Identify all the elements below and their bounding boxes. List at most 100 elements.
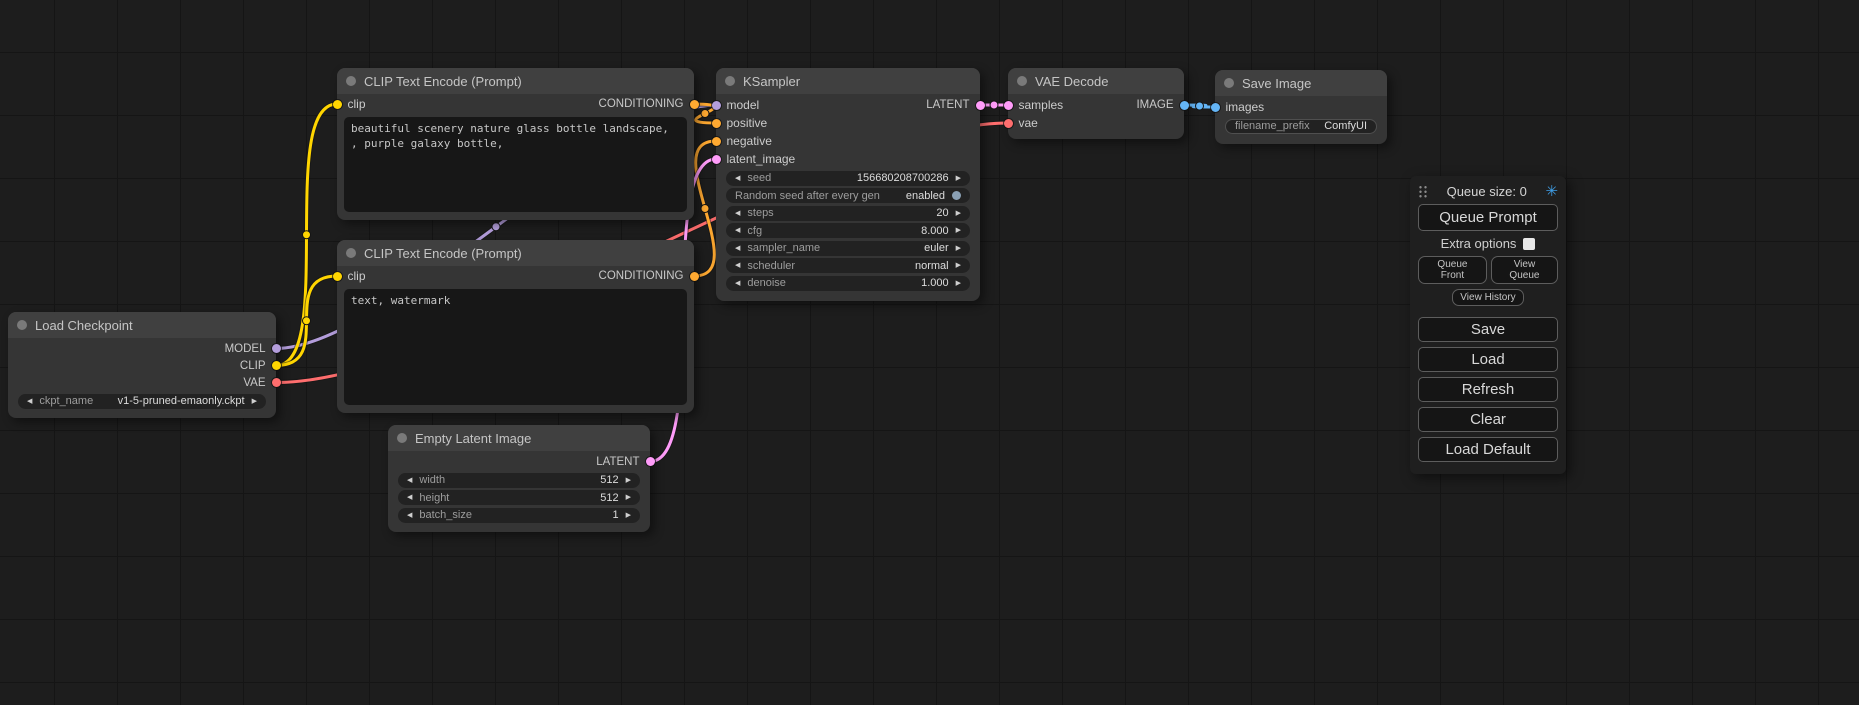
view-history-button[interactable]: View History [1452,289,1523,306]
widget-label: sampler_name [747,242,820,254]
toggle-dot-icon[interactable] [952,191,961,200]
increment-arrow-icon[interactable]: ▶ [956,245,961,252]
denoise-widget[interactable]: ◀ denoise 1.000 ▶ [726,276,970,291]
images-input-port[interactable] [1211,103,1220,112]
samples-input-port[interactable] [1004,101,1013,110]
negative-prompt-textarea[interactable]: text, watermark [344,289,687,405]
refresh-button[interactable]: Refresh [1418,377,1558,402]
node-load-checkpoint[interactable]: Load Checkpoint MODEL CLIP VAE ◀ ckpt_na… [8,312,276,418]
extra-options-checkbox[interactable] [1523,238,1535,250]
port-row: vae [1008,114,1184,132]
node-title-bar[interactable]: KSampler [716,68,980,94]
widget-label: ckpt_name [39,395,93,407]
decrement-arrow-icon[interactable]: ◀ [735,245,740,252]
batch-size-widget[interactable]: ◀ batch_size 1 ▶ [398,508,640,523]
positive-input-port[interactable] [712,119,721,128]
queue-prompt-button[interactable]: Queue Prompt [1418,204,1558,231]
output-row: VAE [8,374,276,391]
width-widget[interactable]: ◀ width 512 ▶ [398,473,640,488]
node-collapse-dot-icon[interactable] [346,248,356,258]
decrement-arrow-icon[interactable]: ◀ [735,210,740,217]
settings-gear-icon[interactable]: ✳ [1545,184,1558,199]
link-wire-outline [276,104,337,366]
conditioning-output-port[interactable] [690,100,699,109]
increment-arrow-icon[interactable]: ▶ [956,210,961,217]
clip-output-port[interactable] [272,361,281,370]
increment-arrow-icon[interactable]: ▶ [956,227,961,234]
node-collapse-dot-icon[interactable] [725,76,735,86]
decrement-arrow-icon[interactable]: ◀ [407,477,412,484]
clip-input-port[interactable] [333,100,342,109]
widget-value: 512 [600,474,618,486]
increment-arrow-icon[interactable]: ▶ [626,512,631,519]
node-title-bar[interactable]: Load Checkpoint [8,312,276,338]
comfy-menu-panel: Queue size: 0 ✳ Queue Prompt Extra optio… [1410,176,1566,474]
node-ksampler[interactable]: KSampler model LATENT positive negative … [716,68,980,301]
load-button[interactable]: Load [1418,347,1558,372]
increment-arrow-icon[interactable]: ▶ [956,175,961,182]
latent-image-input-port[interactable] [712,155,721,164]
widget-label: cfg [747,225,762,237]
ckpt-name-widget[interactable]: ◀ ckpt_name v1-5-pruned-emaonly.ckpt ▶ [18,394,266,409]
queue-front-button[interactable]: Queue Front [1418,256,1487,284]
vae-input-port[interactable] [1004,119,1013,128]
node-title-bar[interactable]: Empty Latent Image [388,425,650,451]
negative-input-port[interactable] [712,137,721,146]
node-title-bar[interactable]: VAE Decode [1008,68,1184,94]
port-row: samples IMAGE [1008,96,1184,114]
steps-widget[interactable]: ◀ steps 20 ▶ [726,206,970,221]
decrement-arrow-icon[interactable]: ◀ [735,175,740,182]
height-widget[interactable]: ◀ height 512 ▶ [398,490,640,505]
vae-output-port[interactable] [272,378,281,387]
scheduler-widget[interactable]: ◀ scheduler normal ▶ [726,258,970,273]
increment-arrow-icon[interactable]: ▶ [626,477,631,484]
node-title-bar[interactable]: CLIP Text Encode (Prompt) [337,68,694,94]
node-save-image[interactable]: Save Image images filename_prefix ComfyU… [1215,70,1387,144]
clip-input-port[interactable] [333,272,342,281]
node-collapse-dot-icon[interactable] [346,76,356,86]
decrement-arrow-icon[interactable]: ◀ [735,280,740,287]
conditioning-output-port[interactable] [690,272,699,281]
node-clip-text-encode-positive[interactable]: CLIP Text Encode (Prompt) clip CONDITION… [337,68,694,220]
node-title-bar[interactable]: CLIP Text Encode (Prompt) [337,240,694,266]
link-wire-outline [276,276,337,366]
increment-arrow-icon[interactable]: ▶ [956,262,961,269]
clear-button[interactable]: Clear [1418,407,1558,432]
increment-arrow-icon[interactable]: ▶ [252,398,257,405]
latent-output-port[interactable] [646,457,655,466]
model-output-port[interactable] [272,344,281,353]
node-collapse-dot-icon[interactable] [17,320,27,330]
node-vae-decode[interactable]: VAE Decode samples IMAGE vae [1008,68,1184,139]
node-collapse-dot-icon[interactable] [1224,78,1234,88]
link-wire [276,276,337,366]
node-collapse-dot-icon[interactable] [1017,76,1027,86]
image-output-port[interactable] [1180,101,1189,110]
load-default-button[interactable]: Load Default [1418,437,1558,462]
increment-arrow-icon[interactable]: ▶ [956,280,961,287]
port-row: clip CONDITIONING [337,94,694,114]
decrement-arrow-icon[interactable]: ◀ [735,227,740,234]
decrement-arrow-icon[interactable]: ◀ [407,512,412,519]
node-title: Save Image [1242,76,1311,91]
view-queue-button[interactable]: View Queue [1491,256,1558,284]
random-seed-toggle-widget[interactable]: Random seed after every gen enabled [726,188,970,203]
node-title-bar[interactable]: Save Image [1215,70,1387,96]
filename-prefix-widget[interactable]: filename_prefix ComfyUI [1225,119,1377,134]
latent-output-port[interactable] [976,101,985,110]
drag-handle-icon[interactable] [1418,185,1428,198]
save-button[interactable]: Save [1418,317,1558,342]
node-collapse-dot-icon[interactable] [397,433,407,443]
sampler-name-widget[interactable]: ◀ sampler_name euler ▶ [726,241,970,256]
node-empty-latent-image[interactable]: Empty Latent Image LATENT ◀ width 512 ▶ … [388,425,650,532]
increment-arrow-icon[interactable]: ▶ [626,494,631,501]
decrement-arrow-icon[interactable]: ◀ [407,494,412,501]
node-clip-text-encode-negative[interactable]: CLIP Text Encode (Prompt) clip CONDITION… [337,240,694,413]
cfg-widget[interactable]: ◀ cfg 8.000 ▶ [726,223,970,238]
positive-prompt-textarea[interactable]: beautiful scenery nature glass bottle la… [344,117,687,212]
decrement-arrow-icon[interactable]: ◀ [735,262,740,269]
seed-widget[interactable]: ◀ seed 156680208700286 ▶ [726,171,970,186]
widget-label: seed [747,172,771,184]
decrement-arrow-icon[interactable]: ◀ [27,398,32,405]
model-input-port[interactable] [712,101,721,110]
node-graph-canvas[interactable]: Load Checkpoint MODEL CLIP VAE ◀ ckpt_na… [0,0,1859,705]
